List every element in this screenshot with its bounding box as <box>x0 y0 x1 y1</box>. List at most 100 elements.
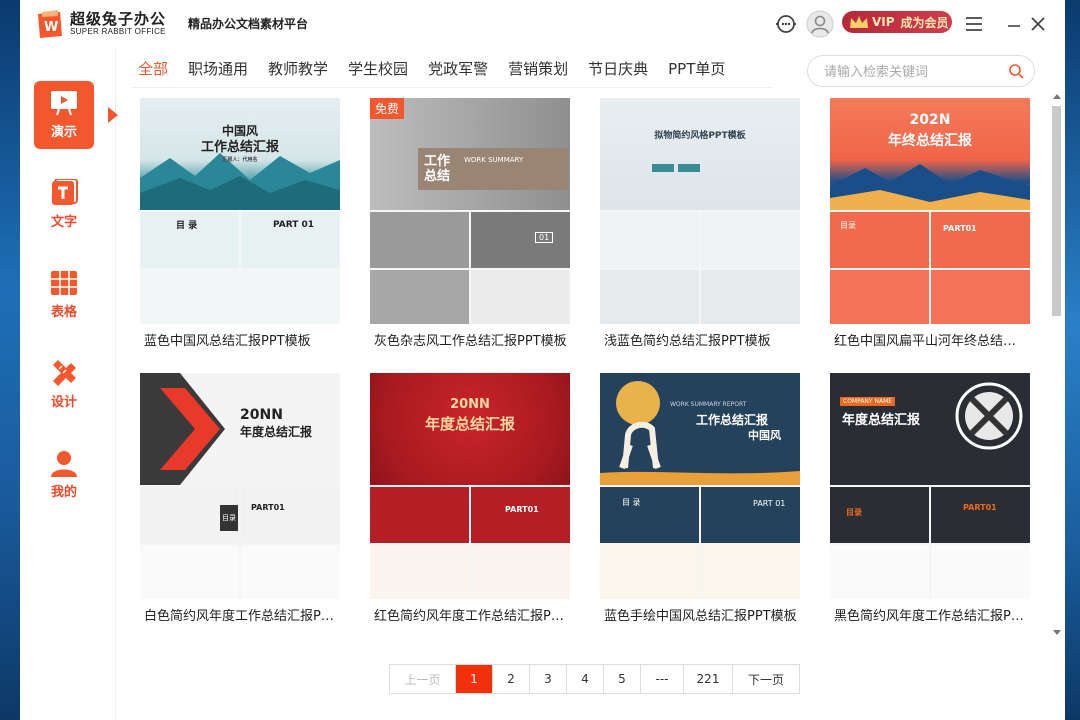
free-badge: 免费 <box>370 98 405 119</box>
template-title[interactable]: 浅蓝色简约总结汇报PPT模板 <box>604 330 798 349</box>
cover-subtitle: 年度总结汇报 <box>424 415 515 433</box>
tab-workplace[interactable]: 职场通用 <box>188 58 248 80</box>
template-title[interactable]: 蓝色手绘中国风总结汇报PPT模板 <box>604 605 798 624</box>
next-page-button[interactable]: 下一页 <box>733 665 799 693</box>
tab-teaching[interactable]: 教师教学 <box>268 58 328 80</box>
thumb-pages-bot <box>600 270 800 324</box>
sidebar-item-mine[interactable]: 我的 <box>34 441 94 509</box>
cover-small: WORK SUMMARY REPORT <box>670 401 747 408</box>
tab-ppt-single[interactable]: PPT单页 <box>668 58 725 80</box>
template-title[interactable]: 灰色杂志风工作总结汇报PPT模板 <box>374 330 568 349</box>
mid-text2: PART01 <box>251 503 285 512</box>
template-card[interactable]: 20NN 年度总结汇报 PART01 红色简约风年度工作总结汇报PPT模板 <box>370 373 570 625</box>
thumb-cover: COMPANY NAME 年度总结汇报 <box>830 373 1030 485</box>
sidebar-item-design[interactable]: 设计 <box>34 351 94 419</box>
text-doc-icon <box>52 179 78 205</box>
thumb-cover: WORK SUMMARY REPORT 工作总结汇报 中国风 <box>600 373 800 485</box>
vip-button[interactable]: VIP 成为会员 <box>842 11 952 33</box>
svg-text:W: W <box>44 20 58 35</box>
template-card[interactable]: 拟物简约风格PPT模板 浅蓝色简约总结汇报PPT模板 <box>600 98 800 350</box>
page-4-button[interactable]: 4 <box>567 665 604 693</box>
globe-graphic <box>955 382 1023 450</box>
sidebar-item-label: 演示 <box>50 125 77 140</box>
prev-page-button[interactable]: 上一页 <box>390 665 456 693</box>
mid-text: 目 录 <box>176 221 198 231</box>
pagination: 上一页 1 2 3 4 5 --- 221 下一页 <box>389 664 800 694</box>
template-grid: 中国风 工作总结汇报 汇报人：代用名 目 录 PART 01 蓝色中国风总结汇报… <box>140 98 1030 628</box>
cover-subtitle: 年度总结汇报 <box>240 425 313 439</box>
search-icon[interactable] <box>1008 63 1024 79</box>
template-card[interactable]: COMPANY NAME 年度总结汇报 目录 PART01 黑色简约风年度工作总 <box>830 373 1030 625</box>
template-thumbnail[interactable]: COMPANY NAME 年度总结汇报 目录 PART01 <box>830 373 1030 599</box>
platform-title: 精品办公文档素材平台 <box>188 17 309 31</box>
tab-all[interactable]: 全部 <box>138 58 168 80</box>
cover-small: COMPANY NAME <box>840 397 896 406</box>
search-input[interactable] <box>824 62 1004 82</box>
sidebar-item-table[interactable]: 表格 <box>34 261 94 329</box>
app-window: W 超级兔子办公 SUPER RABBIT OFFICE 精品办公文档素材平台 … <box>20 0 1065 720</box>
tab-festival[interactable]: 节日庆典 <box>588 58 648 80</box>
template-thumbnail[interactable]: 拟物简约风格PPT模板 <box>600 98 800 324</box>
template-title[interactable]: 蓝色中国风总结汇报PPT模板 <box>144 330 338 349</box>
thumb-cover: 202N 年终总结汇报 <box>830 98 1030 210</box>
template-thumbnail[interactable]: 202N 年终总结汇报 目录 PART01 <box>830 98 1030 324</box>
page-5-button[interactable]: 5 <box>604 665 641 693</box>
user-icon <box>51 451 77 477</box>
sidebar-item-presentation[interactable]: 演示 <box>34 81 118 149</box>
design-pencil-ruler-icon <box>53 360 76 386</box>
mid-text: 目 录 <box>622 498 641 507</box>
mid-text2: PART 01 <box>753 499 786 508</box>
page-3-button[interactable]: 3 <box>530 665 567 693</box>
thumb-pages-bot <box>140 545 340 599</box>
category-tabs: 全部 职场通用 教师教学 学生校园 党政军警 营销策划 节日庆典 PPT单页 <box>138 58 745 86</box>
template-card[interactable]: WORK SUMMARY REPORT 工作总结汇报 中国风 目 录 PART … <box>600 373 800 625</box>
tab-marketing[interactable]: 营销策划 <box>508 58 568 80</box>
scroll-up-arrow-icon[interactable] <box>1053 94 1061 99</box>
template-thumbnail[interactable]: WORK SUMMARY REPORT 工作总结汇报 中国风 目 录 PART … <box>600 373 800 599</box>
app-name: 超级兔子办公 <box>70 10 167 28</box>
cover-title: 年度总结汇报 <box>842 413 921 428</box>
template-thumbnail[interactable]: 20NN 年度总结汇报 PART01 <box>370 373 570 599</box>
template-card[interactable]: 202N 年终总结汇报 目录 PART01 红色中国风扁平山河年终总结汇报PPT… <box>830 98 1030 350</box>
active-indicator <box>108 107 118 123</box>
template-card[interactable]: 20NN 年度总结汇报 目录 PART01 白色简约风年度工作总结汇报PPT模板 <box>140 373 340 625</box>
template-thumbnail[interactable]: 20NN 年度总结汇报 目录 PART01 <box>140 373 340 599</box>
thumb-pages-bot <box>140 270 340 324</box>
tab-party[interactable]: 党政军警 <box>428 58 488 80</box>
page-2-button[interactable]: 2 <box>493 665 530 693</box>
close-icon[interactable] <box>1026 12 1050 36</box>
mid-text2: PART01 <box>505 505 539 514</box>
thumb-cover: 中国风 工作总结汇报 汇报人：代用名 <box>140 98 340 210</box>
search-box <box>807 55 1035 87</box>
template-card[interactable]: 免费 工作 总结 WORK SUMMARY 01 灰色杂志风工作总结汇报PPT模板 <box>370 98 570 350</box>
vertical-scrollbar[interactable] <box>1050 92 1062 640</box>
thumb-pages-bot <box>830 270 1030 324</box>
page-1-button[interactable]: 1 <box>456 665 493 693</box>
template-thumbnail[interactable]: 中国风 工作总结汇报 汇报人：代用名 目 录 PART 01 <box>140 98 340 324</box>
page-last-button[interactable]: 221 <box>684 665 733 693</box>
template-title[interactable]: 红色中国风扁平山河年终总结汇报PPT模板 <box>834 330 1028 349</box>
thumb-pages-mid: 目录 PART01 <box>830 212 1030 268</box>
sidebar-item-label: 我的 <box>50 485 77 500</box>
template-title[interactable]: 黑色简约风年度工作总结汇报PPT模板 <box>834 605 1028 624</box>
cover-subtitle: 工作总结汇报 <box>200 140 279 155</box>
template-thumbnail[interactable]: 免费 工作 总结 WORK SUMMARY 01 <box>370 98 570 324</box>
template-card[interactable]: 中国风 工作总结汇报 汇报人：代用名 目 录 PART 01 蓝色中国风总结汇报… <box>140 98 340 350</box>
scroll-down-arrow-icon[interactable] <box>1053 630 1061 635</box>
presentation-icon <box>51 91 77 116</box>
mid-text: 目录 <box>846 508 862 517</box>
sidebar-item-text[interactable]: 文字 <box>34 171 94 239</box>
thumb-pages-mid: 目录 PART01 <box>140 487 340 543</box>
desktop-background-right <box>1065 0 1080 720</box>
vip-label: 成为会员 <box>900 15 949 30</box>
desktop-background-left <box>0 0 20 720</box>
avatar-icon[interactable] <box>806 10 834 38</box>
scrollbar-thumb[interactable] <box>1052 106 1061 316</box>
tab-campus[interactable]: 学生校园 <box>348 58 408 80</box>
customer-service-icon[interactable] <box>774 12 798 36</box>
minimize-icon[interactable] <box>1002 12 1026 36</box>
template-title[interactable]: 红色简约风年度工作总结汇报PPT模板 <box>374 605 568 624</box>
menu-icon[interactable] <box>962 12 986 36</box>
template-title[interactable]: 白色简约风年度工作总结汇报PPT模板 <box>144 605 338 624</box>
cover-title: 20NN <box>240 407 283 423</box>
